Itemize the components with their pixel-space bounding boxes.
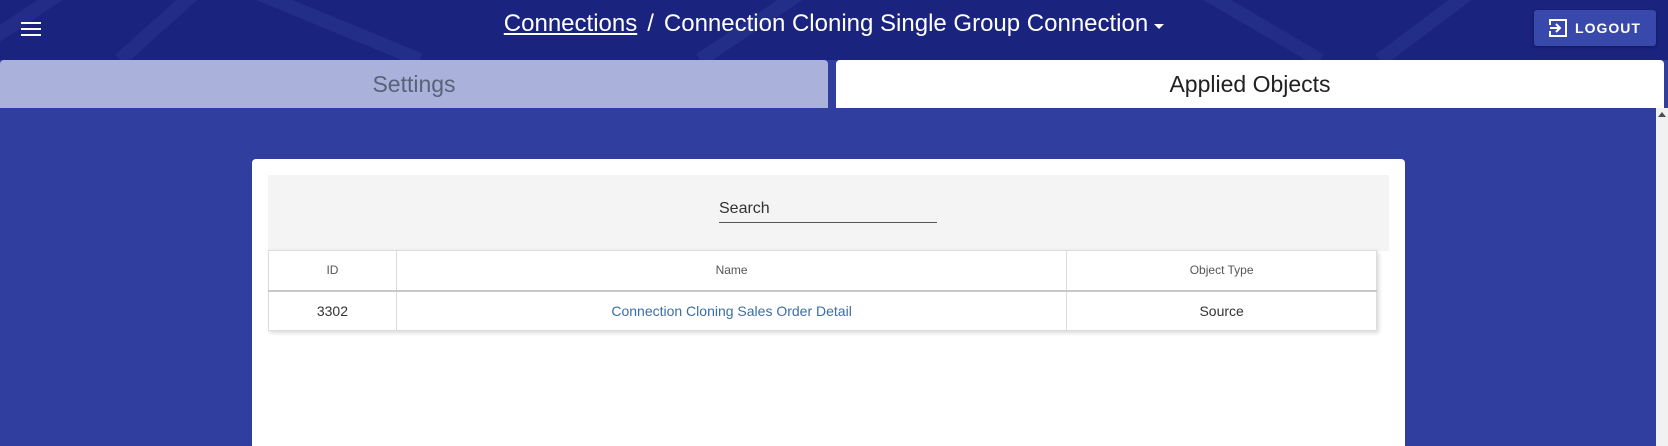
logout-label: LOGOUT xyxy=(1575,20,1641,36)
search-panel xyxy=(268,175,1389,251)
cell-id: 3302 xyxy=(268,290,397,331)
connection-name[interactable]: Connection Cloning Single Group Connecti… xyxy=(664,10,1148,38)
breadcrumb-separator: / xyxy=(647,10,654,37)
applied-objects-card: ID Name Object Type 3302 Connection Clon… xyxy=(252,159,1405,446)
column-header-name[interactable]: Name xyxy=(395,250,1068,292)
column-header-object-type[interactable]: Object Type xyxy=(1066,250,1377,292)
table-row[interactable]: 3302 Connection Cloning Sales Order Deta… xyxy=(268,290,1377,331)
cell-object-type: Source xyxy=(1066,290,1377,331)
cell-name-link[interactable]: Connection Cloning Sales Order Detail xyxy=(395,290,1068,331)
caret-down-icon[interactable] xyxy=(1154,24,1165,30)
tab-settings[interactable]: Settings xyxy=(0,60,828,108)
tab-applied-objects[interactable]: Applied Objects xyxy=(836,60,1664,108)
app-header: Connections / Connection Cloning Single … xyxy=(0,0,1668,60)
exit-icon xyxy=(1549,19,1568,37)
page-scrollbar[interactable] xyxy=(1656,108,1668,446)
scroll-up-arrow-icon[interactable] xyxy=(1658,112,1666,117)
search-input[interactable] xyxy=(719,195,937,223)
breadcrumb-connections-link[interactable]: Connections xyxy=(504,10,637,38)
table-header-row: ID Name Object Type xyxy=(268,250,1377,292)
applied-objects-table: ID Name Object Type 3302 Connection Clon… xyxy=(268,250,1377,331)
logout-button[interactable]: LOGOUT xyxy=(1534,10,1656,46)
column-header-id[interactable]: ID xyxy=(268,250,397,292)
page-title: Connections / Connection Cloning Single … xyxy=(0,10,1668,38)
